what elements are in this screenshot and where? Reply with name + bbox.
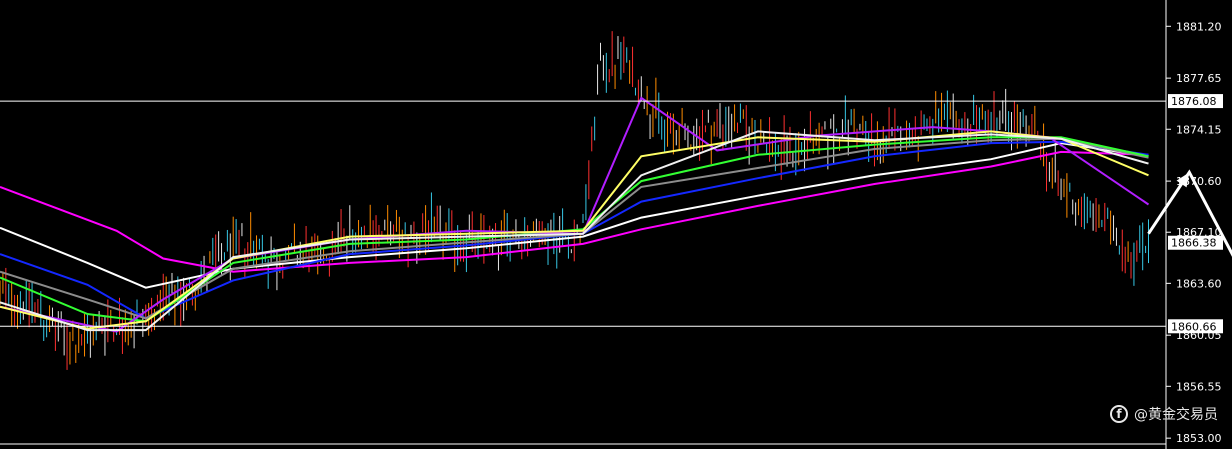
y-tick-label: 1877.65 xyxy=(1176,72,1222,85)
level-tag-label: 1876.08 xyxy=(1171,95,1217,108)
y-tick-label: 1863.60 xyxy=(1176,277,1222,290)
brand-logo-icon: f xyxy=(1110,405,1128,423)
y-tick-label: 1856.55 xyxy=(1176,380,1222,393)
y-tick-label: 1881.20 xyxy=(1176,20,1222,33)
level-tag-label: 1860.66 xyxy=(1171,320,1217,333)
y-tick-label: 1870.60 xyxy=(1176,175,1222,188)
chart-background xyxy=(0,0,1232,449)
watermark: f @黄金交易员 xyxy=(1110,404,1218,424)
y-tick-label: 1874.15 xyxy=(1176,123,1222,136)
y-tick-label: 1853.00 xyxy=(1176,432,1222,445)
current-price-tag-label: 1866.38 xyxy=(1171,237,1217,250)
price-chart: 1881.201877.651874.151870.601867.101863.… xyxy=(0,0,1232,449)
watermark-text: @黄金交易员 xyxy=(1134,407,1218,423)
